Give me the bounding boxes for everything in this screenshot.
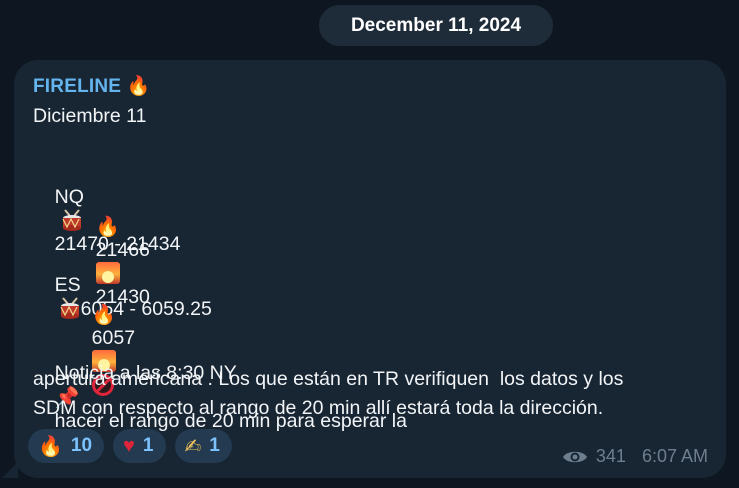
fire-icon: 🔥: [126, 76, 151, 97]
fire-icon: 🔥: [38, 435, 63, 458]
reaction-writing-hand[interactable]: ✍ 1: [174, 429, 232, 463]
view-count: 341: [595, 446, 626, 466]
reaction-count: 1: [142, 435, 154, 456]
date-header: December 11, 2024: [319, 5, 553, 46]
message-bubble[interactable]: FIRELINE 🔥 Diciembre 11 NQ 21470 - 21434…: [14, 60, 726, 478]
message-meta: 341 6:07 AM: [562, 446, 708, 467]
message-time: 6:07 AM: [641, 446, 708, 466]
writing-hand-icon: ✍: [184, 435, 202, 458]
sender-name[interactable]: FIRELINE 🔥: [33, 74, 151, 98]
reaction-fire[interactable]: 🔥 10: [28, 429, 105, 463]
reaction-heart[interactable]: ♥ 1: [113, 429, 166, 463]
sender-label: FIRELINE: [33, 76, 122, 97]
message-date-line: Diciembre 11: [33, 105, 147, 127]
reaction-count: 10: [70, 435, 93, 456]
reactions-bar: 🔥 10 ♥ 1 ✍ 1: [28, 429, 232, 463]
reaction-count: 1: [209, 435, 220, 456]
fire-icon: 🔥: [91, 303, 116, 326]
heart-icon: ♥: [123, 434, 135, 457]
fire-icon: 🔥: [95, 215, 120, 238]
note-line-3: SDM con respecto al rango de 20 min allí…: [33, 397, 604, 419]
note-line-2: apertura americana . Los que están en TR…: [33, 368, 624, 390]
eye-icon: [562, 451, 587, 462]
